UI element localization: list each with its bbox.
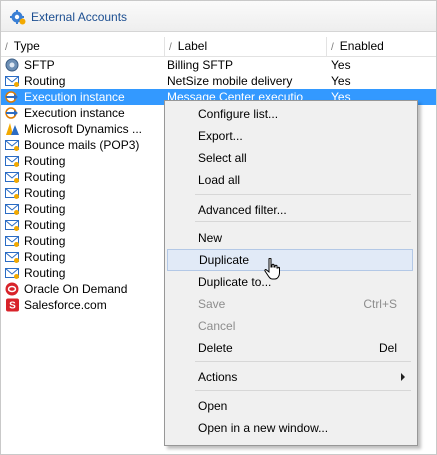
- execution-instance-icon: [5, 90, 20, 104]
- submenu-arrow-icon: [401, 373, 405, 381]
- execution-instance-icon: [5, 106, 20, 120]
- cell-type: Execution instance: [24, 90, 125, 104]
- menu-separator: [195, 361, 411, 362]
- menu-item-label: Open: [198, 399, 228, 413]
- menu-item-label: New: [198, 231, 223, 245]
- svg-text:S: S: [9, 301, 16, 312]
- context-menu: Configure list... Export... Select all Load…: [164, 100, 418, 446]
- menu-item-load-all[interactable]: Load all: [167, 170, 413, 190]
- menu-item-label: Save: [198, 297, 226, 311]
- column-header-type[interactable]: / Type: [5, 39, 40, 54]
- menu-item-label: Select all: [198, 151, 247, 165]
- menu-item-open-in-a-new-window[interactable]: Open in a new window...: [167, 418, 413, 438]
- menu-item-save: Save Ctrl+S: [167, 294, 413, 314]
- cell-type: Routing: [24, 170, 66, 184]
- column-divider[interactable]: [164, 37, 165, 56]
- routing-icon: [5, 266, 20, 280]
- menu-item-actions[interactable]: Actions: [167, 367, 413, 387]
- cell-enabled: Yes: [331, 74, 351, 88]
- cell-type: Oracle On Demand: [24, 282, 128, 296]
- menu-item-open[interactable]: Open: [167, 396, 413, 416]
- menu-item-delete[interactable]: Delete Del: [167, 338, 413, 358]
- menu-item-label: Export...: [198, 129, 243, 143]
- menu-item-new[interactable]: New: [167, 228, 413, 248]
- salesforce-icon: S: [5, 298, 20, 312]
- menu-separator: [195, 221, 411, 222]
- cell-type: Routing: [24, 186, 66, 200]
- menu-item-configure-list[interactable]: Configure list...: [167, 104, 413, 124]
- menu-item-shortcut: Del: [378, 341, 397, 355]
- routing-icon: [5, 154, 20, 168]
- routing-icon: [5, 170, 20, 184]
- table-row[interactable]: Routing NetSize mobile delivery Yes: [1, 73, 436, 89]
- cell-type: SFTP: [24, 58, 55, 72]
- cell-label: Billing SFTP: [167, 58, 234, 72]
- routing-icon: [5, 202, 20, 216]
- cell-type: Routing: [24, 202, 66, 216]
- window-title: External Accounts: [31, 10, 128, 24]
- menu-separator: [195, 390, 411, 391]
- title-bar: External Accounts: [1, 1, 436, 32]
- routing-icon: [5, 186, 20, 200]
- cell-type: Routing: [24, 154, 66, 168]
- menu-item-cancel: Cancel: [167, 316, 413, 336]
- menu-item-label: Open in a new window...: [198, 421, 329, 435]
- cell-type: Bounce mails (POP3): [24, 138, 140, 152]
- menu-item-label: Cancel: [198, 319, 236, 333]
- cell-enabled: Yes: [331, 58, 351, 72]
- oracle-icon: [5, 282, 20, 296]
- menu-item-label: Actions: [198, 370, 238, 384]
- menu-item-advanced-filter[interactable]: Advanced filter...: [167, 200, 413, 220]
- menu-item-label: Load all: [198, 173, 241, 187]
- menu-item-label: Duplicate to...: [198, 275, 272, 289]
- routing-icon: [5, 234, 20, 248]
- column-enabled-label: Enabled: [339, 39, 384, 53]
- microsoft-dynamics-icon: [5, 122, 20, 136]
- column-label-label: Label: [177, 39, 208, 53]
- column-header-label[interactable]: / Label: [169, 39, 207, 54]
- external-accounts-icon: [10, 10, 26, 25]
- menu-item-duplicate[interactable]: Duplicate: [167, 249, 413, 271]
- routing-icon: [5, 138, 20, 152]
- cell-label: NetSize mobile delivery: [167, 74, 293, 88]
- list-header: / Type / Label / Enabled: [1, 37, 436, 57]
- cell-type: Execution instance: [24, 106, 125, 120]
- menu-item-label: Advanced filter...: [198, 203, 287, 217]
- cell-type: Salesforce.com: [24, 298, 107, 312]
- table-row[interactable]: SFTP Billing SFTP Yes: [1, 57, 436, 73]
- menu-separator: [195, 194, 411, 195]
- mouse-cursor-icon: [264, 258, 280, 280]
- cell-type: Routing: [24, 250, 66, 264]
- menu-item-label: Configure list...: [198, 107, 279, 121]
- cell-type: Routing: [24, 74, 66, 88]
- sftp-icon: [5, 58, 20, 72]
- routing-icon: [5, 250, 20, 264]
- menu-item-export[interactable]: Export...: [167, 126, 413, 146]
- column-type-label: Type: [13, 39, 40, 53]
- menu-item-label: Delete: [198, 341, 233, 355]
- cell-type: Routing: [24, 218, 66, 232]
- menu-item-label: Duplicate: [199, 253, 250, 267]
- cell-type: Microsoft Dynamics ...: [24, 122, 143, 136]
- cell-type: Routing: [24, 234, 66, 248]
- menu-item-shortcut: Ctrl+S: [363, 297, 397, 311]
- menu-item-select-all[interactable]: Select all: [167, 148, 413, 168]
- menu-item-duplicate-to[interactable]: Duplicate to...: [167, 272, 413, 292]
- column-header-enabled[interactable]: / Enabled: [331, 39, 384, 54]
- routing-icon: [5, 218, 20, 232]
- routing-icon: [5, 74, 20, 88]
- cell-type: Routing: [24, 266, 66, 280]
- column-divider[interactable]: [326, 37, 327, 56]
